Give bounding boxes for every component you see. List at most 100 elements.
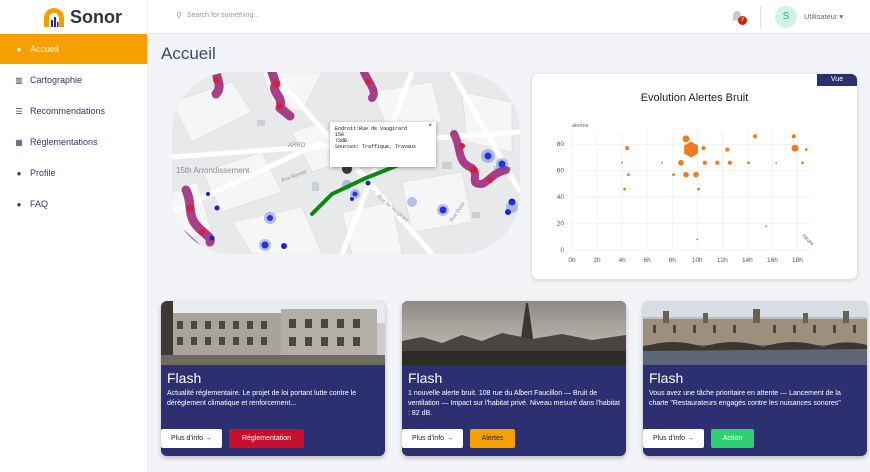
sidebar-item-label: Accueil bbox=[30, 44, 60, 54]
info-icon: ● bbox=[16, 199, 22, 209]
card-text: Actualité réglementaire. Le projet de lo… bbox=[167, 390, 357, 407]
data-point bbox=[626, 173, 630, 177]
x-tick-label: 6h bbox=[644, 257, 652, 264]
y-tick-label: 20 bbox=[557, 221, 565, 228]
data-point bbox=[752, 134, 757, 139]
data-point bbox=[801, 161, 804, 165]
data-point bbox=[696, 238, 699, 241]
flash-card-3: Flash Vous avez une tâche prioritaire en… bbox=[643, 301, 867, 456]
data-point bbox=[791, 134, 796, 139]
sidebar-item-cartographie[interactable]: ▥ Cartographie bbox=[0, 65, 147, 95]
chart-card: Vue Evolution Alertes Bruit 0 20 40 60 80 0h 2… bbox=[532, 74, 857, 279]
district-label: 15th Arrondissement bbox=[176, 166, 250, 175]
data-point bbox=[701, 146, 706, 151]
sidebar-item-faq[interactable]: ● FAQ bbox=[0, 189, 147, 219]
scatter-chart: 0 20 40 60 80 0h 2h 4h 6h 8h 10h 12h 14h 16h 18h alerte… bbox=[557, 123, 815, 264]
data-point bbox=[715, 160, 720, 165]
more-info-button[interactable]: Plus d'info → bbox=[402, 429, 463, 448]
more-info-button[interactable]: Plus d'info → bbox=[643, 429, 704, 448]
card-title: Flash bbox=[408, 370, 443, 386]
notification-button[interactable]: 2 bbox=[730, 10, 747, 25]
x-tick-label: 4h bbox=[618, 257, 626, 264]
x-tick-label: 18h bbox=[792, 257, 803, 264]
sidebar-item-recommendations[interactable]: ☰ Recommendations bbox=[0, 96, 147, 126]
more-info-button[interactable]: Plus d'info → bbox=[161, 429, 222, 448]
noise-map[interactable]: 15th Arrondissement ARRO Rue Blomet Rue … bbox=[172, 72, 520, 254]
popup-line: Sources: Traffique, Travaux bbox=[335, 144, 417, 150]
x-tick-label: 8h bbox=[669, 257, 677, 264]
card-photo bbox=[161, 301, 385, 365]
y-tick-label: 60 bbox=[557, 168, 565, 175]
data-point bbox=[621, 161, 623, 164]
map-icon: ▥ bbox=[15, 75, 23, 85]
data-point bbox=[747, 161, 751, 165]
app-name: Sonor bbox=[70, 6, 122, 27]
data-point bbox=[804, 148, 808, 151]
sidebar-item-label: Profile bbox=[30, 168, 56, 178]
notification-badge: 2 bbox=[738, 16, 747, 25]
data-point bbox=[697, 187, 700, 191]
data-point bbox=[672, 173, 675, 177]
data-point bbox=[775, 161, 777, 164]
list-icon: ☰ bbox=[15, 106, 23, 116]
reglementation-button[interactable]: Réglementation bbox=[229, 429, 304, 448]
sidebar-item-profile[interactable]: ● Profile bbox=[0, 158, 147, 188]
user-menu[interactable]: Utilisateur ▾ bbox=[804, 12, 843, 21]
y-axis-label: alertes bbox=[572, 123, 589, 129]
sidebar-item-label: Réglementations bbox=[30, 137, 98, 147]
table-icon: ▦ bbox=[15, 137, 23, 147]
search-input[interactable]: Search for something... bbox=[187, 12, 259, 19]
y-tick-label: 0 bbox=[560, 247, 564, 254]
data-point bbox=[765, 225, 767, 227]
data-point bbox=[725, 147, 730, 152]
search-icon: ⚲ bbox=[176, 11, 182, 20]
x-tick-label: 14h bbox=[742, 257, 753, 264]
alertes-button[interactable]: Alertes bbox=[470, 429, 515, 448]
flash-card-2: Flash 1 nouvelle alerte bruit. 108 rue d… bbox=[402, 301, 626, 456]
user-icon: ● bbox=[16, 44, 22, 54]
page-title: Accueil bbox=[161, 44, 216, 63]
flash-card-1: Flash Actualité réglementaire. Le projet… bbox=[161, 301, 385, 456]
x-tick-label: 12h bbox=[717, 257, 728, 264]
sidebar-item-label: Cartographie bbox=[30, 75, 83, 85]
y-tick-label: 40 bbox=[557, 194, 565, 201]
map-popup: × Endroit:Rue de Vaugirard 15é 73dB Sour… bbox=[330, 122, 436, 167]
x-tick-label: 0h bbox=[568, 257, 576, 264]
topbar: ⚲ Search for something... 2 S Utilisateu… bbox=[148, 0, 870, 34]
card-text: 1 nouvelle alerte bruit. 108 rue du Albe… bbox=[408, 390, 620, 417]
card-title: Flash bbox=[167, 370, 202, 386]
x-tick-label: 2h bbox=[593, 257, 601, 264]
x-tick-label: 16h bbox=[767, 257, 778, 264]
action-button[interactable]: Action bbox=[711, 429, 754, 448]
card-photo bbox=[643, 301, 867, 365]
user-icon: ● bbox=[16, 168, 22, 178]
card-photo bbox=[402, 301, 626, 365]
logo[interactable]: Sonor bbox=[0, 0, 147, 34]
data-point bbox=[683, 171, 689, 178]
sidebar-item-label: Recommendations bbox=[30, 106, 106, 116]
x-axis-label: heure bbox=[801, 233, 815, 247]
search-bar[interactable]: ⚲ Search for something... bbox=[176, 11, 259, 20]
card-title: Flash bbox=[649, 370, 684, 386]
sidebar-item-label: FAQ bbox=[30, 199, 49, 209]
data-point bbox=[661, 161, 663, 164]
data-point bbox=[702, 160, 707, 165]
logo-icon bbox=[44, 8, 64, 27]
x-tick-label: 10h bbox=[692, 257, 703, 264]
data-point bbox=[727, 160, 732, 165]
sidebar-item-accueil[interactable]: ● Accueil bbox=[0, 34, 147, 64]
avatar[interactable]: S bbox=[775, 6, 797, 28]
data-point bbox=[682, 135, 690, 143]
divider bbox=[760, 6, 761, 28]
sidebar: Sonor ● Accueil ▥ Cartographie ☰ Recomme… bbox=[0, 0, 148, 472]
y-tick-label: 80 bbox=[557, 141, 565, 148]
popup-close-icon[interactable]: × bbox=[428, 123, 432, 129]
data-point bbox=[678, 159, 684, 166]
card-text: Vous avez une tâche prioritaire en atten… bbox=[649, 390, 841, 407]
sidebar-item-reglementations[interactable]: ▦ Réglementations bbox=[0, 127, 147, 157]
data-point bbox=[693, 171, 699, 178]
main-content: Accueil 15th Arrondissement ARRO Rue Blo… bbox=[148, 34, 870, 472]
data-point bbox=[791, 144, 799, 152]
street-label: ARRO bbox=[288, 143, 306, 149]
data-point bbox=[625, 146, 630, 151]
